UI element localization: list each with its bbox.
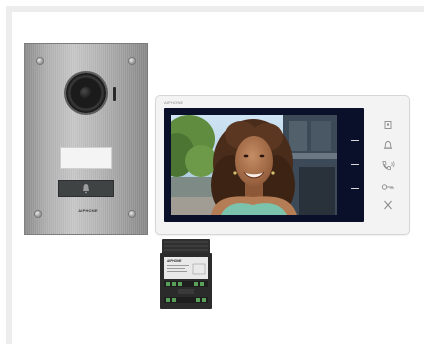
- screw: [129, 211, 135, 217]
- key-icon: [381, 184, 394, 190]
- power-supply-brand: AIPHONE: [167, 259, 182, 263]
- video-monitor: AIPHONE: [156, 96, 409, 234]
- name-plate: [60, 147, 112, 169]
- screw: [129, 58, 135, 64]
- bell-icon: [384, 141, 392, 149]
- monitor-brand: AIPHONE: [164, 100, 184, 105]
- call-button: [58, 180, 114, 197]
- soft-key: [351, 188, 359, 189]
- door-station: AIPHONE: [24, 43, 148, 235]
- monitor-icon: [384, 121, 392, 129]
- monitor-glass: [164, 108, 364, 222]
- indicator-led: [113, 87, 116, 101]
- soft-key: [351, 140, 359, 141]
- screen-photo: [171, 115, 337, 215]
- power-supply: AIPHONE: [160, 239, 212, 309]
- bell-icon: [83, 184, 89, 194]
- handset-icon: [382, 161, 395, 170]
- soft-key: [351, 164, 359, 165]
- screw: [37, 58, 43, 64]
- screw: [35, 211, 41, 217]
- camera-icon: [66, 73, 106, 113]
- door-station-brand: AIPHONE: [78, 208, 98, 213]
- camera-lens: [80, 87, 92, 99]
- close-icon: [384, 200, 392, 210]
